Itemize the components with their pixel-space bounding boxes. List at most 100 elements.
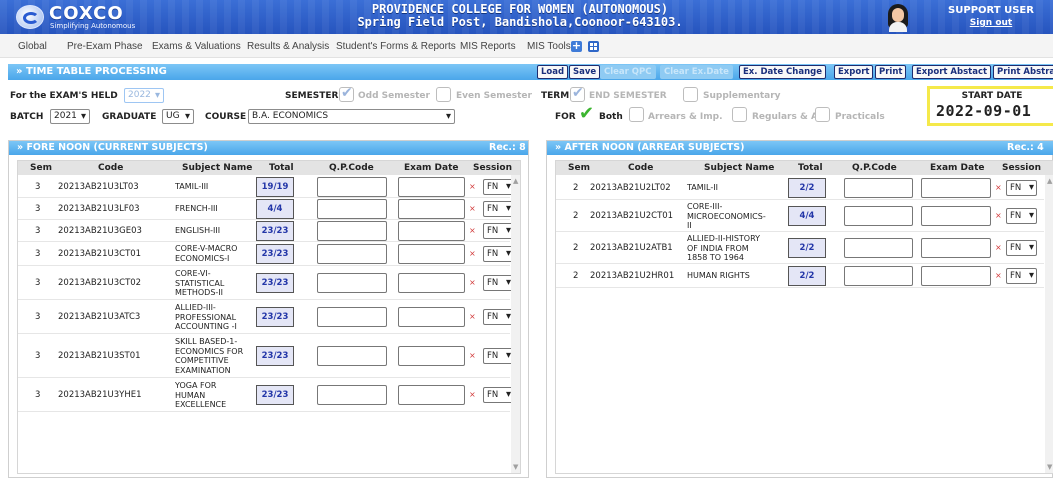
menu-exams-valuations[interactable]: Exams & Valuations: [152, 41, 241, 52]
plus-icon[interactable]: +: [571, 40, 582, 52]
qp-code-input[interactable]: [317, 273, 387, 293]
row-total-count[interactable]: 23/23: [256, 385, 294, 405]
even-semester-checkbox[interactable]: [436, 87, 451, 102]
qp-code-input[interactable]: [317, 177, 387, 197]
ex-date-change-button[interactable]: Ex. Date Change: [739, 65, 826, 79]
row-total-count[interactable]: 4/4: [788, 206, 826, 226]
col-sem[interactable]: Sem: [568, 163, 590, 173]
exam-date-input[interactable]: [398, 273, 465, 293]
session-select[interactable]: FN: [1006, 208, 1037, 224]
qp-code-input[interactable]: [317, 346, 387, 366]
clear-date-icon[interactable]: ×: [469, 226, 476, 235]
menu-students-forms-reports[interactable]: Student's Forms & Reports: [336, 41, 456, 52]
scroll-up-icon[interactable]: ▲: [1047, 177, 1052, 185]
exam-held-select[interactable]: 2022: [124, 88, 164, 103]
session-select[interactable]: FN: [483, 201, 514, 217]
col-total[interactable]: Total: [798, 163, 823, 173]
clear-date-icon[interactable]: ×: [469, 390, 476, 399]
clear-date-icon[interactable]: ×: [995, 211, 1002, 220]
session-select[interactable]: FN: [483, 348, 514, 364]
row-total-count[interactable]: 2/2: [788, 238, 826, 258]
col-exam-date[interactable]: Exam Date: [930, 163, 985, 173]
exam-date-input[interactable]: [398, 199, 465, 219]
exam-date-input[interactable]: [921, 266, 991, 286]
odd-semester-checkbox[interactable]: [339, 85, 354, 102]
exam-date-input[interactable]: [398, 307, 465, 327]
col-subject-name[interactable]: Subject Name: [704, 163, 774, 173]
start-date-box[interactable]: START DATE 2022-09-01: [927, 86, 1053, 126]
menu-results-analysis[interactable]: Results & Analysis: [247, 41, 329, 52]
both-checkbox[interactable]: [578, 103, 594, 124]
qp-code-input[interactable]: [317, 385, 387, 405]
exam-date-input[interactable]: [398, 385, 465, 405]
sign-out-link[interactable]: Sign out: [936, 18, 1046, 28]
row-total-count[interactable]: 23/23: [256, 273, 294, 293]
exam-date-input[interactable]: [398, 221, 465, 241]
print-abstract-button[interactable]: Print Abstra: [993, 65, 1053, 79]
col-exam-date[interactable]: Exam Date: [404, 163, 459, 173]
clear-ex-date-button[interactable]: Clear Ex.Date: [660, 65, 733, 79]
batch-select[interactable]: 2021: [50, 109, 90, 124]
menu-global[interactable]: Global: [18, 41, 47, 52]
session-select[interactable]: FN: [483, 246, 514, 262]
row-total-count[interactable]: 23/23: [256, 307, 294, 327]
qp-code-input[interactable]: [317, 221, 387, 241]
fore-noon-scrollbar[interactable]: ▲ ▼: [511, 175, 520, 473]
clear-date-icon[interactable]: ×: [469, 278, 476, 287]
session-select[interactable]: FN: [1006, 240, 1037, 256]
qp-code-input[interactable]: [844, 178, 913, 198]
exam-date-input[interactable]: [921, 238, 991, 258]
menu-mis-tools[interactable]: MIS Tools: [527, 41, 571, 52]
session-select[interactable]: FN: [483, 275, 514, 291]
grid-icon[interactable]: [588, 41, 599, 52]
arrears-imp-checkbox[interactable]: [629, 107, 644, 122]
exam-date-input[interactable]: [398, 177, 465, 197]
clear-date-icon[interactable]: ×: [469, 204, 476, 213]
clear-qpc-button[interactable]: Clear QPC: [600, 65, 656, 79]
col-session[interactable]: Session: [473, 163, 512, 173]
session-select[interactable]: FN: [483, 223, 514, 239]
exam-date-input[interactable]: [398, 346, 465, 366]
course-select[interactable]: B.A. ECONOMICS: [248, 109, 455, 124]
clear-date-icon[interactable]: ×: [469, 312, 476, 321]
clear-date-icon[interactable]: ×: [995, 243, 1002, 252]
session-select[interactable]: FN: [1006, 180, 1037, 196]
menu-pre-exam-phase[interactable]: Pre-Exam Phase: [67, 41, 143, 52]
row-total-count[interactable]: 19/19: [256, 177, 294, 197]
clear-date-icon[interactable]: ×: [995, 183, 1002, 192]
save-button[interactable]: Save: [569, 65, 601, 79]
col-code[interactable]: Code: [98, 163, 123, 173]
col-subject-name[interactable]: Subject Name: [182, 163, 252, 173]
scroll-up-icon[interactable]: ▲: [513, 177, 518, 185]
row-total-count[interactable]: 23/23: [256, 244, 294, 264]
export-button[interactable]: Export: [834, 65, 874, 79]
qp-code-input[interactable]: [317, 307, 387, 327]
session-select[interactable]: FN: [483, 179, 514, 195]
after-noon-scrollbar[interactable]: ▲ ▼: [1045, 175, 1053, 473]
qp-code-input[interactable]: [844, 266, 913, 286]
qp-code-input[interactable]: [844, 206, 913, 226]
load-button[interactable]: Load: [537, 65, 569, 79]
clear-date-icon[interactable]: ×: [469, 249, 476, 258]
col-session[interactable]: Session: [1002, 163, 1041, 173]
graduate-select[interactable]: UG: [162, 109, 194, 124]
exam-date-input[interactable]: [398, 244, 465, 264]
exam-date-input[interactable]: [921, 206, 991, 226]
scroll-down-icon[interactable]: ▼: [513, 463, 518, 471]
row-total-count[interactable]: 4/4: [256, 199, 294, 219]
row-total-count[interactable]: 23/23: [256, 346, 294, 366]
practicals-checkbox[interactable]: [815, 107, 830, 122]
end-semester-checkbox[interactable]: [570, 85, 585, 102]
session-select[interactable]: FN: [483, 309, 514, 325]
scroll-down-icon[interactable]: ▼: [1047, 463, 1052, 471]
clear-date-icon[interactable]: ×: [469, 182, 476, 191]
qp-code-input[interactable]: [317, 244, 387, 264]
session-select[interactable]: FN: [483, 387, 514, 403]
supplementary-checkbox[interactable]: [683, 87, 698, 102]
row-total-count[interactable]: 2/2: [788, 266, 826, 286]
col-qp-code[interactable]: Q.P.Code: [329, 163, 374, 173]
col-qp-code[interactable]: Q.P.Code: [852, 163, 897, 173]
col-code[interactable]: Code: [628, 163, 653, 173]
session-select[interactable]: FN: [1006, 268, 1037, 284]
coxco-logo[interactable]: COXCO Simplifying Autonomous: [16, 3, 226, 30]
